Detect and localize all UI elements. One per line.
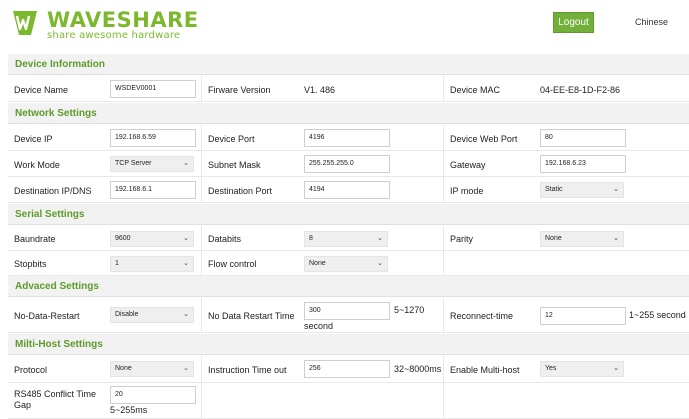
brand-tagline: share awesome hardware xyxy=(47,30,181,41)
device-ip-label: Device IP xyxy=(14,134,53,144)
databits-label: Databits xyxy=(208,234,242,244)
chevron-down-icon: ⌄ xyxy=(183,311,189,318)
chevron-down-icon: ⌄ xyxy=(183,260,189,267)
row-protocol: Protocol None ⌄ Instruction Time out 256 … xyxy=(8,356,689,383)
device-web-port-label: Device Web Port xyxy=(450,134,518,144)
brand-name: WAVESHARE xyxy=(47,8,199,32)
row-stopbits: Stopbits 1 ⌄ Flow control None ⌄ xyxy=(8,251,689,276)
no-data-restart-label: No-Data-Restart xyxy=(14,311,80,321)
chevron-down-icon: ⌄ xyxy=(183,365,189,372)
baudrate-label: Baundrate xyxy=(14,234,56,244)
stopbits-select[interactable]: 1 ⌄ xyxy=(110,256,194,272)
chevron-down-icon: ⌄ xyxy=(183,235,189,242)
logout-button[interactable]: Logout xyxy=(553,12,594,33)
device-name-label: Device Name xyxy=(14,85,69,95)
chevron-down-icon: ⌄ xyxy=(613,365,619,372)
brand-logo: WAVESHARE share awesome hardware xyxy=(9,7,198,41)
instruction-timeout-range: 32~8000ms xyxy=(394,364,442,374)
work-mode-label: Work Mode xyxy=(14,160,60,170)
instruction-timeout-input[interactable]: 256 xyxy=(304,360,390,378)
no-data-restart-time-input[interactable]: 300 xyxy=(304,302,390,320)
databits-select[interactable]: 8 ⌄ xyxy=(304,231,388,247)
row-baudrate: Baundrate 9600 ⌄ Databits 8 ⌄ Parity None ⌄ xyxy=(8,226,689,251)
chevron-down-icon: ⌄ xyxy=(613,235,619,242)
destination-port-input[interactable]: 4194 xyxy=(304,181,390,199)
waveshare-logo-icon xyxy=(13,11,37,35)
chevron-down-icon: ⌄ xyxy=(613,186,619,193)
section-title: Milti-Host Settings xyxy=(15,339,103,350)
row-destination: Destination IP/DNS 192.168.6.1 Destinati… xyxy=(8,177,689,203)
device-mac-label: Device MAC xyxy=(450,85,501,95)
row-device-name: Device Name WSDEV0001 Firware Version V1… xyxy=(8,76,689,102)
rs485-conflict-gap-input[interactable]: 20 xyxy=(110,386,196,404)
instruction-timeout-label: Instruction Time out xyxy=(208,365,287,375)
ip-mode-label: IP mode xyxy=(450,186,484,196)
no-data-restart-time-label: No Data Restart Time xyxy=(208,311,295,321)
top-bar: WAVESHARE share awesome hardware Logout … xyxy=(0,0,689,48)
section-title: Advaced Settings xyxy=(15,281,99,292)
chevron-down-icon: ⌄ xyxy=(377,235,383,242)
section-title: Device Information xyxy=(15,59,106,70)
reconnect-time-range: 1~255 second xyxy=(629,310,686,320)
firmware-version-label: Firware Version xyxy=(208,85,271,95)
stopbits-label: Stopbits xyxy=(14,259,47,269)
section-multi-host-settings: Milti-Host Settings xyxy=(8,334,689,355)
no-data-restart-time-unit: second xyxy=(304,321,334,331)
protocol-label: Protocol xyxy=(14,365,48,375)
enable-multi-host-select[interactable]: Yes ⌄ xyxy=(540,361,624,377)
section-network-settings: Network Settings xyxy=(8,103,689,124)
section-advanced-settings: Advaced Settings xyxy=(8,276,689,297)
rs485-conflict-gap-range: 5~255ms xyxy=(110,405,148,415)
section-title: Serial Settings xyxy=(15,209,85,220)
parity-select[interactable]: None ⌄ xyxy=(540,231,624,247)
reconnect-time-input[interactable]: 12 xyxy=(540,307,626,325)
device-port-input[interactable]: 4196 xyxy=(304,129,390,147)
protocol-select[interactable]: None ⌄ xyxy=(110,361,194,377)
subnet-mask-label: Subnet Mask xyxy=(208,160,261,170)
no-data-restart-select[interactable]: Disable ⌄ xyxy=(110,307,194,323)
device-web-port-input[interactable]: 80 xyxy=(540,129,626,147)
enable-multi-host-label: Enable Multi-host xyxy=(450,365,520,375)
section-title: Network Settings xyxy=(15,108,97,119)
language-chinese-link[interactable]: Chinese xyxy=(635,17,668,27)
chevron-down-icon: ⌄ xyxy=(377,260,383,267)
device-name-input[interactable]: WSDEV0001 xyxy=(110,80,196,98)
device-ip-input[interactable]: 192.168.6.59 xyxy=(110,129,196,147)
gateway-input[interactable]: 192.168.6.23 xyxy=(540,155,626,173)
row-no-data-restart: No-Data-Restart Disable ⌄ No Data Restart… xyxy=(8,298,689,333)
section-device-information: Device Information xyxy=(8,54,689,75)
row-device-ip: Device IP 192.168.6.59 Device Port 4196 … xyxy=(8,125,689,151)
device-mac-value: 04-EE-E8-1D-F2-86 xyxy=(540,85,621,95)
rs485-conflict-label: RS485 Conflict Time xyxy=(14,389,97,399)
destination-port-label: Destination Port xyxy=(208,186,273,196)
no-data-restart-time-range: 5~1270 xyxy=(394,305,425,315)
device-port-label: Device Port xyxy=(208,134,255,144)
reconnect-time-label: Reconnect-time xyxy=(450,311,514,321)
gateway-label: Gateway xyxy=(450,160,486,170)
ip-mode-select[interactable]: Static ⌄ xyxy=(540,182,624,198)
flow-control-label: Flow control xyxy=(208,259,257,269)
section-serial-settings: Serial Settings xyxy=(8,204,689,225)
rs485-conflict-label-line2: Gap xyxy=(14,400,32,410)
subnet-mask-input[interactable]: 255.255.255.0 xyxy=(304,155,390,173)
work-mode-select[interactable]: TCP Server ⌄ xyxy=(110,156,194,172)
baudrate-select[interactable]: 9600 ⌄ xyxy=(110,231,194,247)
parity-label: Parity xyxy=(450,234,474,244)
destination-ip-label: Destination IP/DNS xyxy=(14,186,92,196)
firmware-version-value: V1. 486 xyxy=(304,85,336,95)
row-rs485-conflict-gap: RS485 Conflict Time Gap 20 5~255ms xyxy=(8,383,689,419)
flow-control-select[interactable]: None ⌄ xyxy=(304,256,388,272)
row-work-mode: Work Mode TCP Server ⌄ Subnet Mask 255.25… xyxy=(8,151,689,177)
chevron-down-icon: ⌄ xyxy=(183,160,189,167)
destination-ip-input[interactable]: 192.168.6.1 xyxy=(110,181,196,199)
